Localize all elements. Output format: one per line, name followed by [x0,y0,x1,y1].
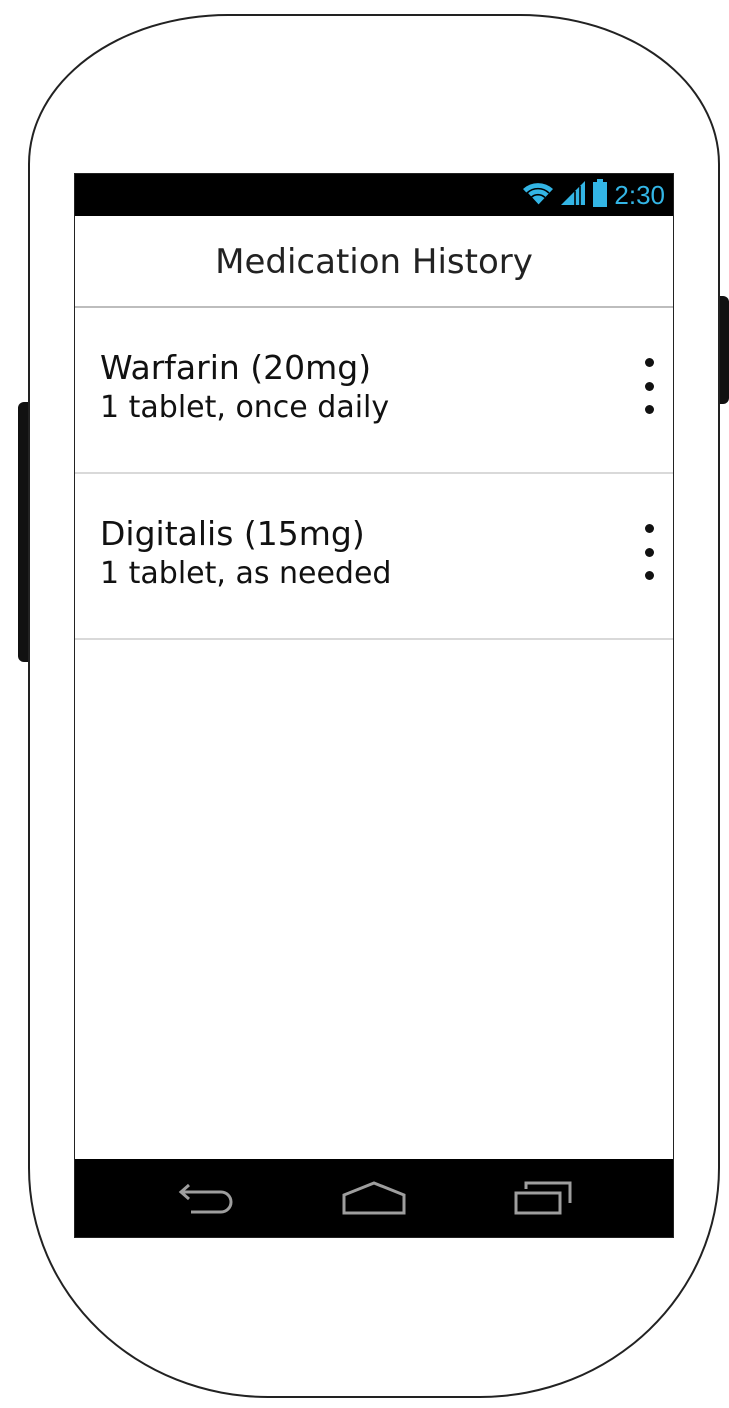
page-title: Medication History [215,242,533,282]
overflow-menu-icon[interactable] [637,524,661,580]
battery-icon [592,179,608,211]
overflow-dot [644,381,654,391]
home-icon[interactable] [334,1175,414,1221]
action-bar: Medication History [75,216,673,308]
medication-dosage: 1 tablet, as needed [100,556,392,591]
medication-name: Warfarin (20mg) [100,348,372,387]
phone-screen: 2:30 Medication History Warfarin (20mg) … [74,173,674,1238]
medication-name: Digitalis (15mg) [100,514,365,553]
overflow-menu-icon[interactable] [637,358,661,414]
back-icon[interactable] [168,1175,248,1221]
list-item[interactable]: Warfarin (20mg) 1 tablet, once daily [75,308,673,474]
status-icons: 2:30 [522,178,665,212]
medication-dosage: 1 tablet, once daily [100,390,390,425]
list-item[interactable]: Digitalis (15mg) 1 tablet, as needed [75,474,673,640]
signal-icon [560,180,586,210]
overflow-dot [644,405,654,414]
navigation-bar [75,1159,673,1237]
status-bar: 2:30 [75,174,673,216]
status-time: 2:30 [614,180,665,210]
medication-list: Warfarin (20mg) 1 tablet, once daily Dig… [75,308,673,640]
device-mockup: 2:30 Medication History Warfarin (20mg) … [0,0,729,1408]
overflow-dot [644,358,654,367]
wifi-icon [522,180,554,210]
recent-apps-icon[interactable] [503,1175,583,1221]
overflow-dot [644,571,654,580]
overflow-dot [644,547,654,557]
overflow-dot [644,524,654,533]
